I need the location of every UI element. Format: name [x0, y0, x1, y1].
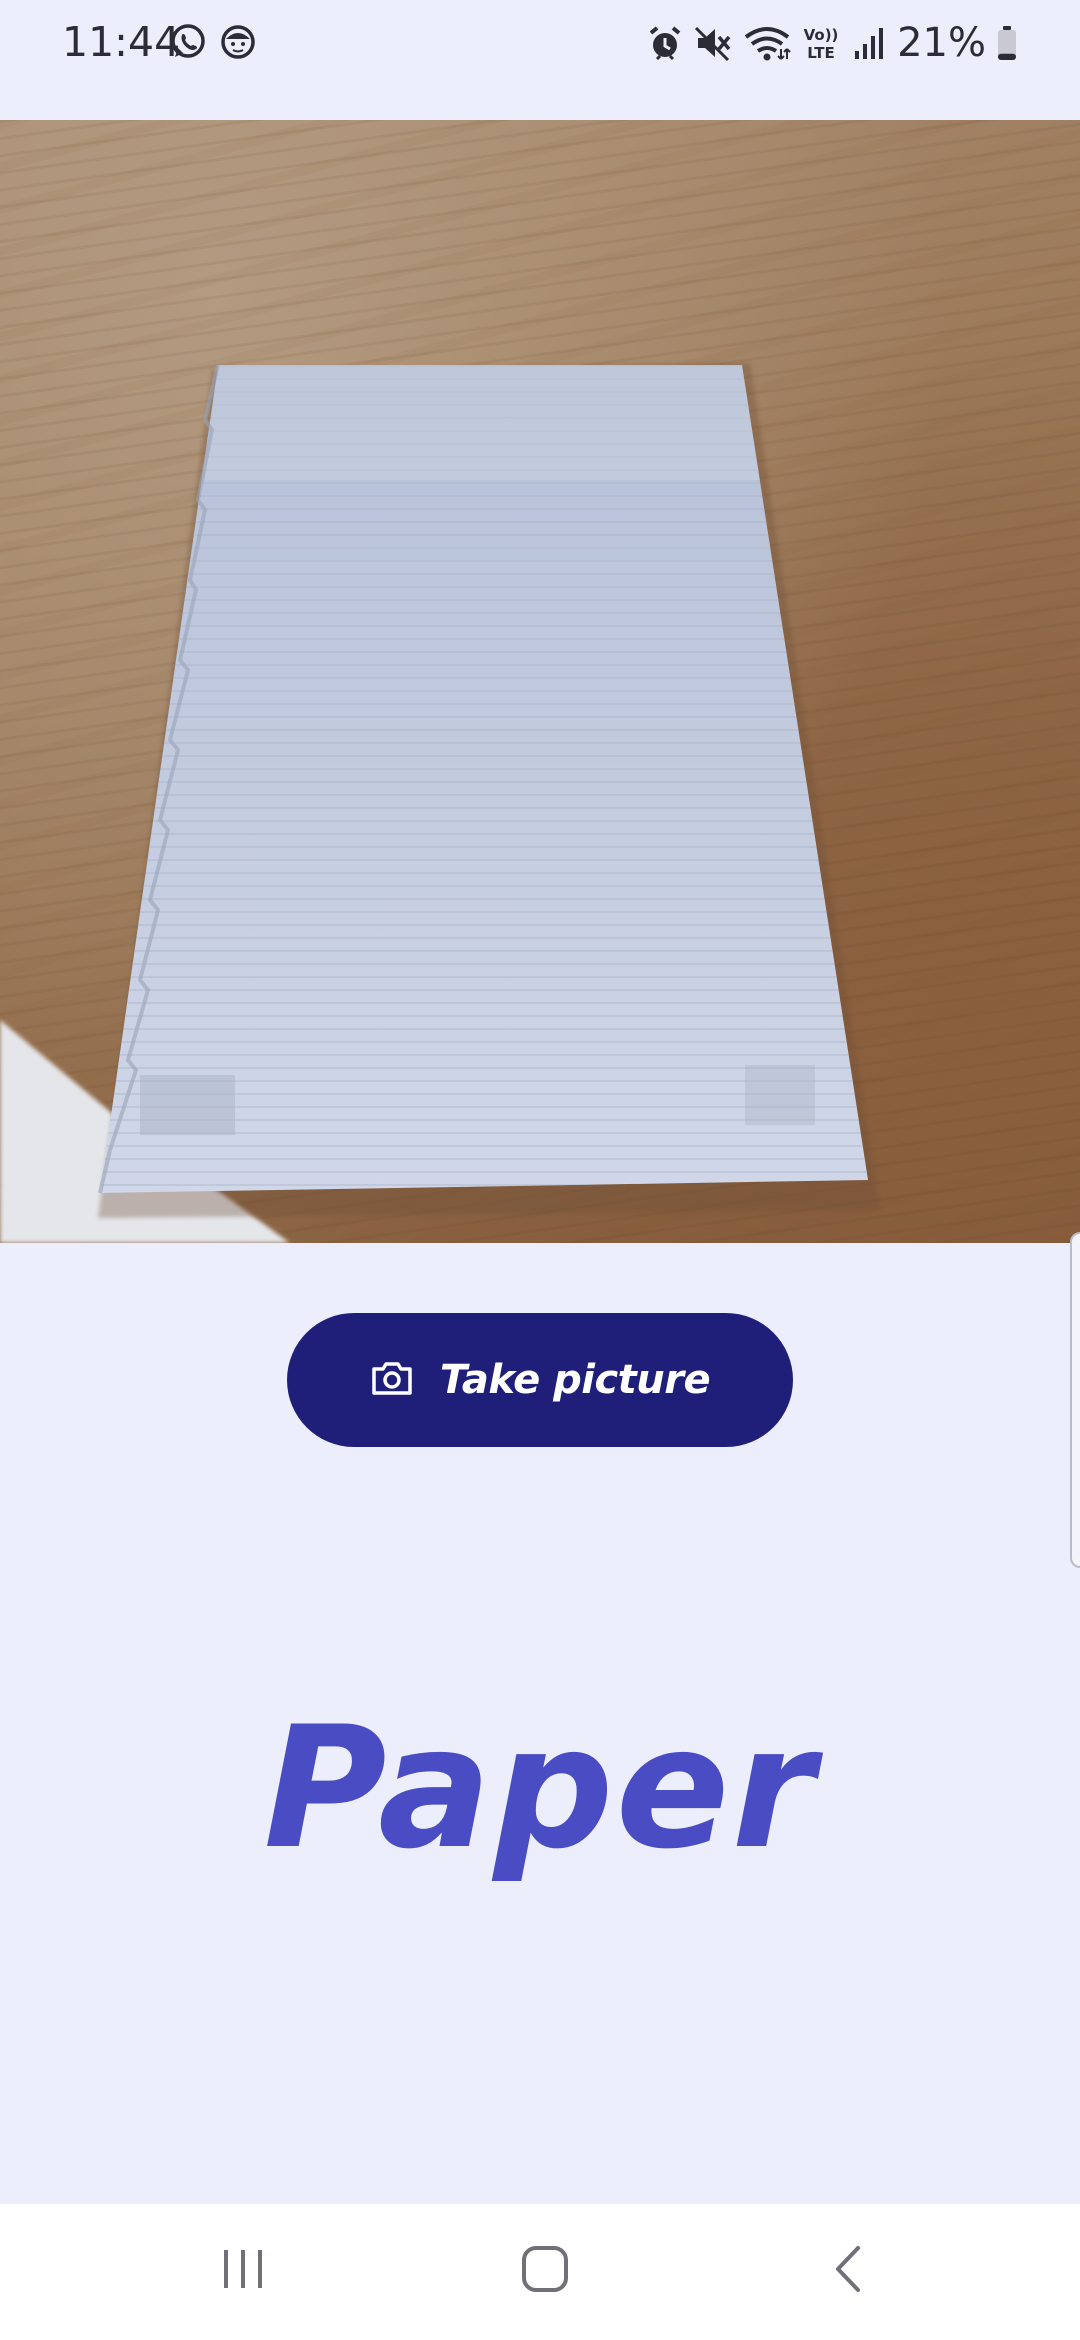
battery-icon	[996, 23, 1018, 63]
take-picture-label: Take picture	[439, 1357, 711, 1403]
alarm-icon	[647, 23, 683, 63]
svg-text:Vo)): Vo))	[804, 26, 839, 44]
back-button[interactable]	[788, 2226, 908, 2316]
back-icon	[828, 2244, 868, 2298]
mute-icon	[693, 23, 733, 63]
status-notification-icons	[168, 22, 256, 62]
edge-panel-handle[interactable]	[1070, 1232, 1080, 1568]
recents-button[interactable]	[183, 2226, 303, 2316]
svg-text:LTE: LTE	[807, 44, 835, 62]
wifi-icon	[743, 23, 791, 63]
status-time: 11:44	[62, 18, 181, 66]
recents-icon	[218, 2246, 268, 2296]
classification-result: Paper	[263, 1690, 817, 1886]
battery-percent: 21%	[897, 20, 986, 66]
paper-sheet-image	[0, 363, 880, 1243]
volte-icon: Vo)) LTE	[801, 23, 841, 63]
camera-preview	[0, 120, 1080, 1243]
whatsapp-icon	[168, 22, 208, 62]
take-picture-button[interactable]: Take picture	[287, 1313, 793, 1447]
home-icon	[520, 2244, 570, 2298]
home-button[interactable]	[485, 2226, 605, 2316]
status-bar: 11:44 Vo)) LTE 21%	[0, 0, 1080, 120]
face-notification-icon	[220, 22, 256, 62]
status-system-icons: Vo)) LTE 21%	[647, 20, 1018, 66]
navigation-bar	[0, 2204, 1080, 2340]
camera-icon	[370, 1358, 414, 1402]
signal-icon	[851, 23, 887, 63]
